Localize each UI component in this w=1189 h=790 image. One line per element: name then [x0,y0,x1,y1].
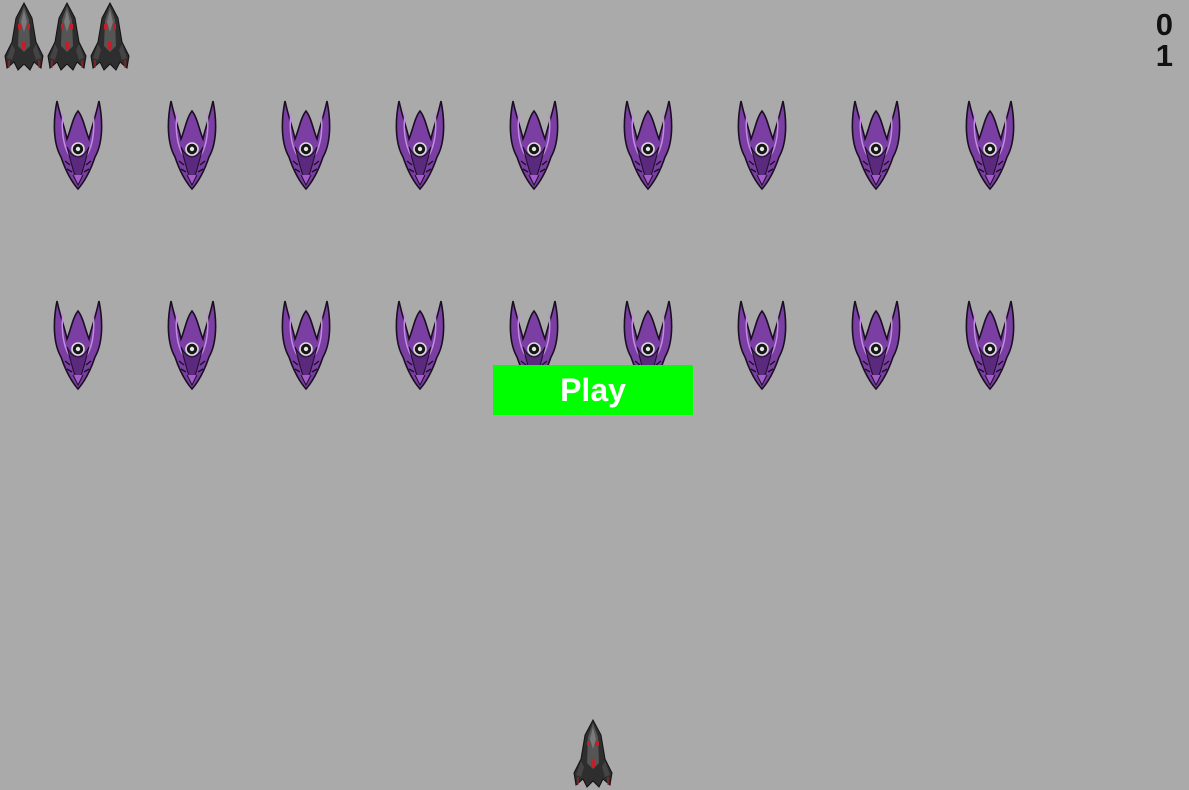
alien-ship-icon [507,99,561,191]
score-display: 0 [1155,7,1173,42]
alien-ship-icon [279,99,333,191]
alien-ship-icon [735,299,789,391]
alien-ship-icon [51,99,105,191]
alien-ship-icon [393,299,447,391]
alien-ship-icon [849,299,903,391]
alien-ship-icon [393,99,447,191]
alien-ship-icon [279,299,333,391]
alien-ship-icon [165,99,219,191]
alien-ship-icon [963,299,1017,391]
alien-ship-icon [849,99,903,191]
alien-ship-icon [963,99,1017,191]
alien-ship-icon [165,299,219,391]
alien-ship-icon [51,299,105,391]
alien-ship-icon [621,99,675,191]
player-ship-icon [572,719,614,789]
ship-icon [46,2,88,72]
level-display: 1 [1155,38,1173,73]
ship-icon [89,2,131,72]
alien-ship-icon [735,99,789,191]
game-canvas[interactable]: 0 1 Play [0,0,1189,790]
ship-icon [3,2,45,72]
play-button[interactable]: Play [493,365,693,415]
